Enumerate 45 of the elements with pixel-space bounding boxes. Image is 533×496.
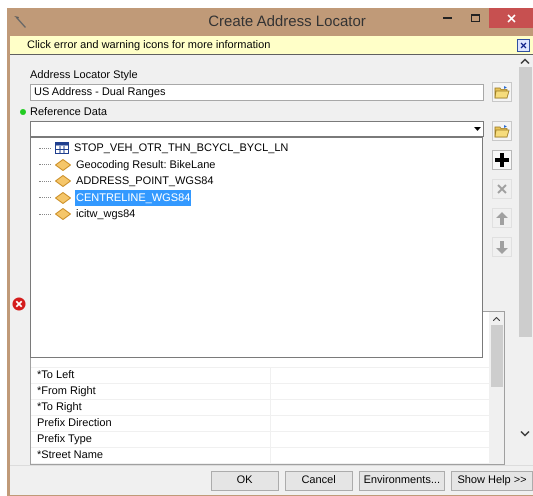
- table-cell: *From Right: [31, 384, 271, 399]
- maximize-icon: [470, 14, 480, 22]
- reference-data-dropdown[interactable]: [30, 121, 484, 137]
- plus-icon: [495, 153, 509, 167]
- layer-item[interactable]: STOP_VEH_OTR_THN_BCYCL_BYCL_LN: [73, 140, 290, 156]
- table-scrollbar[interactable]: [489, 312, 504, 464]
- up-chevron-icon: [520, 58, 530, 64]
- table-cell: *To Right: [31, 400, 271, 415]
- hammer-icon: [12, 14, 28, 30]
- dropdown-arrow-icon: [474, 127, 481, 131]
- field-label: Address Locator Style: [30, 68, 139, 81]
- dialog-button[interactable]: OK: [210, 470, 279, 490]
- folder-icon: [494, 124, 510, 138]
- message-text: Click error and warning icons for more information: [27, 38, 270, 53]
- layer-item[interactable]: ADDRESS_POINT_WGS84: [75, 173, 215, 190]
- close-button[interactable]: [517, 38, 530, 52]
- table-cell: Prefix Direction: [31, 416, 271, 431]
- table-cell: *Street Name: [31, 448, 271, 463]
- close-icon: [497, 184, 507, 194]
- down-arrow-icon: [496, 240, 508, 254]
- minimize-icon: [442, 17, 452, 19]
- add-button[interactable]: [492, 150, 512, 170]
- up-chevron-icon: [493, 317, 500, 321]
- table-icon: [55, 142, 69, 154]
- up-arrow-icon: [496, 212, 508, 224]
- field-label: Reference Data: [30, 104, 108, 120]
- down-chevron-icon: [520, 431, 530, 437]
- folder-icon: [494, 85, 510, 99]
- address-locator-style-field[interactable]: US Address - Dual Ranges: [30, 84, 484, 100]
- open-folder-button[interactable]: [492, 121, 512, 141]
- dialog-button[interactable]: Cancel: [284, 470, 353, 490]
- close-icon: [506, 14, 516, 22]
- diamond-icon: [55, 175, 71, 188]
- diamond-icon: [55, 158, 71, 171]
- dialog-button[interactable]: Show Help >>: [451, 470, 533, 490]
- close-icon: [520, 42, 527, 48]
- layer-item[interactable]: icitw_wgs84: [75, 206, 136, 222]
- diamond-icon: [55, 208, 71, 220]
- layer-item[interactable]: Geocoding Result: BikeLane: [75, 156, 216, 173]
- dialog-button[interactable]: Environments...: [358, 470, 445, 490]
- window-title: Create Address Locator: [207, 12, 367, 32]
- open-folder-button[interactable]: [492, 82, 512, 102]
- table-cell: Prefix Type: [31, 432, 271, 447]
- diamond-icon: [55, 192, 71, 204]
- table-cell: *To Left: [31, 368, 271, 383]
